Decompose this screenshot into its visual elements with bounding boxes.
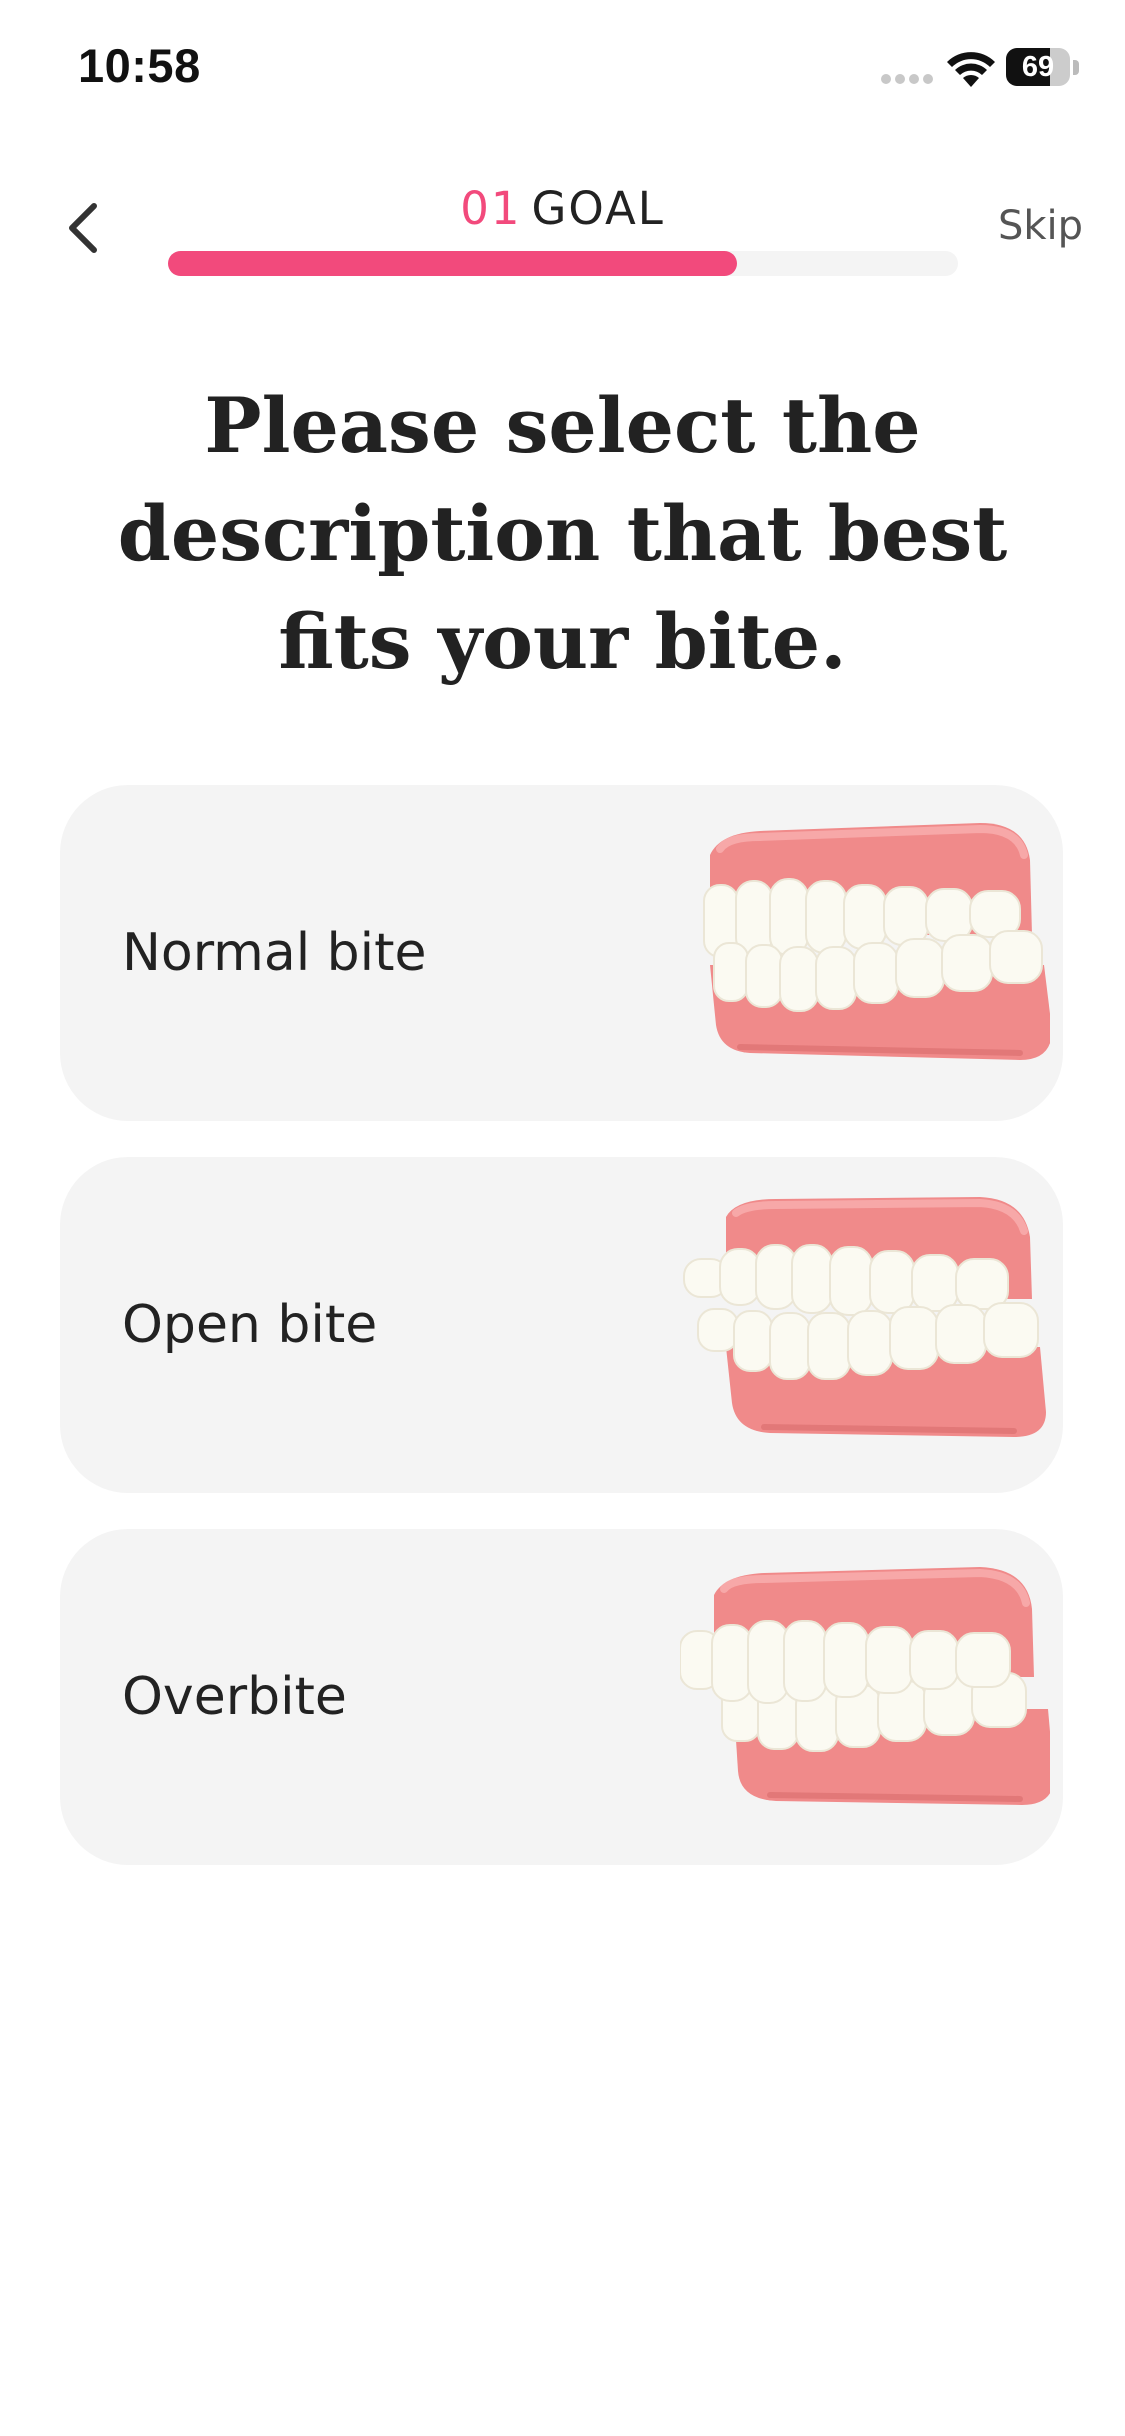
normal-bite-teeth-icon: [703, 823, 1050, 1060]
option-overbite[interactable]: Overbite: [60, 1529, 1063, 1865]
progress-bar: [168, 251, 958, 276]
open-bite-teeth-icon: [683, 1197, 1046, 1437]
wifi-icon: [947, 52, 995, 87]
option-normal-bite[interactable]: Normal bite: [60, 785, 1063, 1121]
question-title: Please select the description that best …: [117, 381, 1008, 686]
cellular-signal-icon: [881, 74, 933, 84]
battery-icon: 69: [1006, 48, 1082, 90]
option-label: Normal bite: [122, 923, 427, 983]
step-title: 01 GOAL: [330, 182, 795, 235]
step-name: GOAL: [531, 182, 665, 235]
back-button[interactable]: [56, 196, 116, 260]
skip-button[interactable]: Skip: [998, 203, 1083, 249]
overbite-teeth-icon: [680, 1567, 1050, 1805]
option-label: Open bite: [122, 1295, 378, 1355]
chevron-left-icon: [69, 203, 97, 253]
option-open-bite[interactable]: Open bite: [60, 1157, 1063, 1493]
option-label: Overbite: [122, 1667, 347, 1727]
status-bar: 10:58 69: [0, 0, 1125, 140]
battery-level: 69: [1021, 51, 1055, 83]
status-time: 10:58: [78, 39, 201, 92]
step-number: 01: [460, 182, 522, 235]
progress-fill: [168, 251, 737, 276]
